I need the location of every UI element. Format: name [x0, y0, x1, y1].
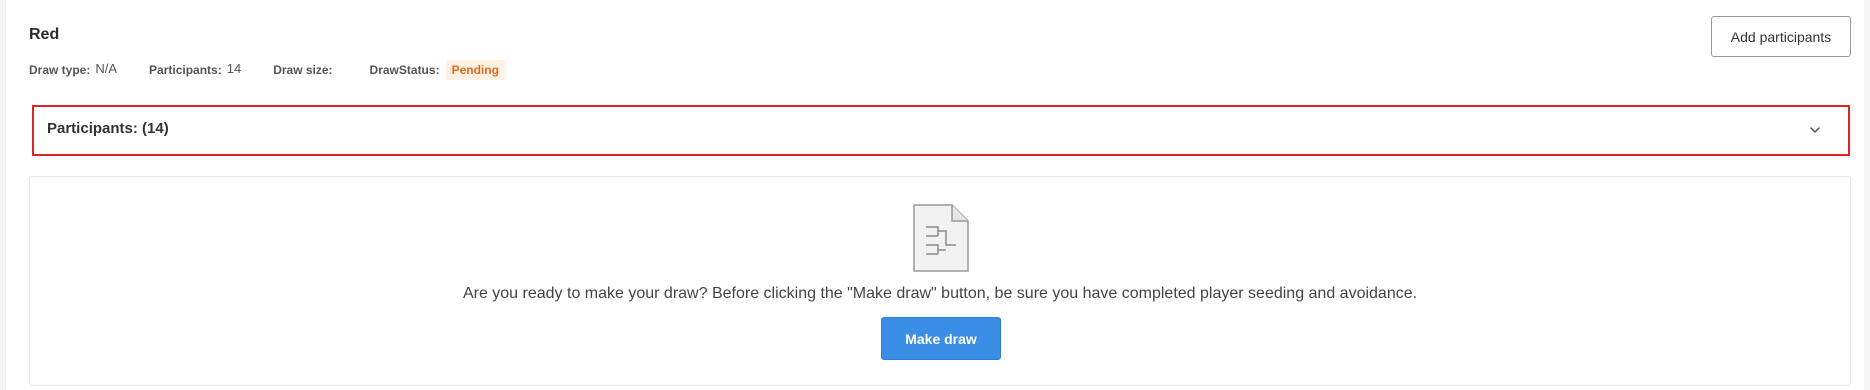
- draw-instructions: Are you ready to make your draw? Before …: [462, 285, 1418, 302]
- participants-value: 14: [226, 60, 242, 76]
- add-participants-button[interactable]: Add participants: [1711, 16, 1851, 57]
- participants-label: Participants:: [149, 63, 222, 77]
- participants-panel-title: Participants: (14): [47, 120, 169, 137]
- meta-participants: Participants: 14: [149, 60, 242, 78]
- draw-size-label: Draw size:: [273, 63, 333, 77]
- left-edge: [0, 0, 6, 390]
- draw-type-value: N/A: [95, 60, 118, 76]
- meta-draw-type: Draw type: N/A: [29, 60, 118, 78]
- chevron-down-icon[interactable]: [1808, 123, 1822, 137]
- participants-panel-header[interactable]: Participants: (14): [32, 105, 1850, 156]
- event-title: Red: [29, 26, 60, 43]
- bracket-document-icon: [913, 204, 969, 272]
- draw-status-label: DrawStatus:: [369, 63, 440, 77]
- draw-meta: Draw type: N/A Participants: 14 Draw siz…: [29, 60, 537, 80]
- meta-draw-size: Draw size:: [273, 63, 337, 77]
- status-badge: Pending: [445, 60, 505, 80]
- make-draw-button[interactable]: Make draw: [881, 317, 1001, 360]
- right-edge: [1864, 0, 1870, 390]
- draw-page: Red Draw type: N/A Participants: 14 Draw…: [0, 0, 1870, 390]
- meta-draw-status: DrawStatus: Pending: [370, 60, 505, 80]
- draw-type-label: Draw type:: [29, 63, 91, 77]
- make-draw-card: Are you ready to make your draw? Before …: [29, 176, 1851, 386]
